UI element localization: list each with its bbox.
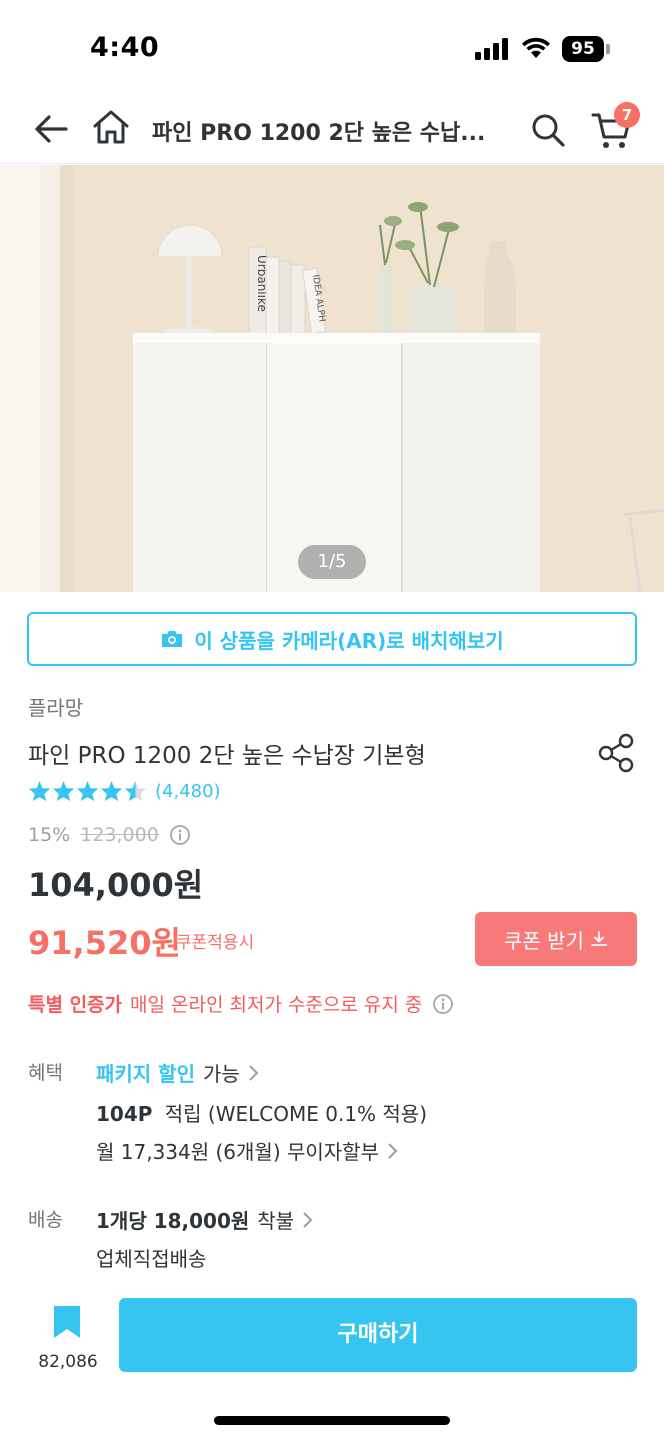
half-star-icon	[124, 780, 147, 802]
status-time: 4:40	[90, 32, 160, 63]
chevron-right-icon	[249, 1064, 259, 1081]
product-image[interactable]: Urbanlike IDEA ALPH	[0, 165, 664, 592]
battery-level: 95	[562, 36, 604, 62]
bookmark-icon	[54, 1306, 80, 1338]
discount-row: 15% 123,000	[28, 824, 191, 846]
shipping-fee-type: 착불	[257, 1209, 295, 1233]
shipping-label: 배송	[28, 1209, 63, 1231]
shipping-fee: 1개당 18,000원	[96, 1209, 250, 1233]
special-price-title: 특별 인증가	[28, 994, 123, 1016]
original-price: 123,000	[80, 824, 159, 846]
shipping-method: 업체직접배송	[96, 1247, 207, 1271]
star-rating	[28, 780, 147, 802]
bookmark-button[interactable]: 82,086	[36, 1302, 98, 1382]
image-pager: 1/5	[298, 545, 366, 579]
ar-placement-button[interactable]: 이 상품을 카메라(AR)로 배치해보기	[27, 612, 637, 666]
discount-rate: 15%	[28, 824, 71, 846]
home-icon[interactable]	[90, 106, 132, 148]
product-name: 파인 PRO 1200 2단 높은 수납장 기본형	[28, 743, 426, 769]
points-amount: 104P	[96, 1102, 153, 1126]
home-indicator	[214, 1416, 450, 1425]
special-price-text: 매일 온라인 최저가 수준으로 유지 중	[130, 994, 423, 1016]
shipping-fee-row[interactable]: 1개당 18,000원 착불	[96, 1205, 314, 1234]
bottom-action-bar: 82,086 구매하기	[0, 1282, 664, 1440]
package-discount-link: 패키지 할인	[96, 1062, 195, 1086]
installment-row[interactable]: 월 17,334원 (6개월) 무이자할부	[96, 1136, 399, 1165]
installment-text: 월 17,334원 (6개월) 무이자할부	[96, 1140, 379, 1164]
bookmark-count: 82,086	[38, 1352, 98, 1372]
ar-button-label: 이 상품을 카메라(AR)로 배치해보기	[194, 628, 504, 653]
chevron-right-icon	[303, 1211, 313, 1228]
sale-price: 104,000원	[28, 866, 204, 904]
coupon-button-label: 쿠폰 받기	[504, 928, 584, 953]
wifi-icon	[522, 37, 550, 58]
page-title: 파인 PRO 1200 2단 높은 수납...	[152, 121, 486, 146]
points-text: 적립 (WELCOME 0.1% 적용)	[164, 1102, 428, 1126]
share-icon[interactable]	[596, 732, 638, 774]
star-icon	[76, 780, 99, 802]
info-icon[interactable]	[169, 824, 191, 846]
chevron-right-icon	[388, 1142, 398, 1159]
buy-button[interactable]: 구매하기	[119, 1298, 637, 1372]
benefit-label: 혜택	[28, 1062, 63, 1084]
get-coupon-button[interactable]: 쿠폰 받기	[475, 912, 637, 966]
brand-name[interactable]: 플라망	[28, 692, 83, 721]
special-price-notice: 특별 인증가 매일 온라인 최저가 수준으로 유지 중	[28, 990, 454, 1017]
star-icon	[52, 780, 75, 802]
cart-count-badge: 7	[614, 102, 640, 128]
points-row: 104P 적립 (WELCOME 0.1% 적용)	[96, 1098, 427, 1127]
rating-row[interactable]: (4,480)	[28, 780, 221, 802]
cellular-signal-icon	[475, 38, 509, 60]
product-photo-illustration: Urbanlike IDEA ALPH	[0, 165, 664, 592]
coupon-price-label: 쿠폰적용시	[176, 933, 255, 953]
package-discount-row[interactable]: 패키지 할인 가능	[96, 1058, 260, 1087]
star-icon	[28, 780, 51, 802]
coupon-price: 91,520원	[28, 924, 181, 962]
download-icon	[591, 931, 607, 946]
info-icon[interactable]	[432, 993, 454, 1015]
battery-indicator: 95	[562, 36, 610, 62]
camera-icon	[162, 631, 183, 647]
status-bar: 4:40 95	[0, 0, 664, 96]
search-icon[interactable]	[528, 110, 568, 150]
back-arrow-icon[interactable]	[30, 108, 72, 150]
review-count[interactable]: (4,480)	[155, 781, 221, 802]
star-icon	[100, 780, 123, 802]
package-discount-text: 가능	[202, 1062, 240, 1086]
nav-bar: 파인 PRO 1200 2단 높은 수납...	[0, 96, 664, 164]
